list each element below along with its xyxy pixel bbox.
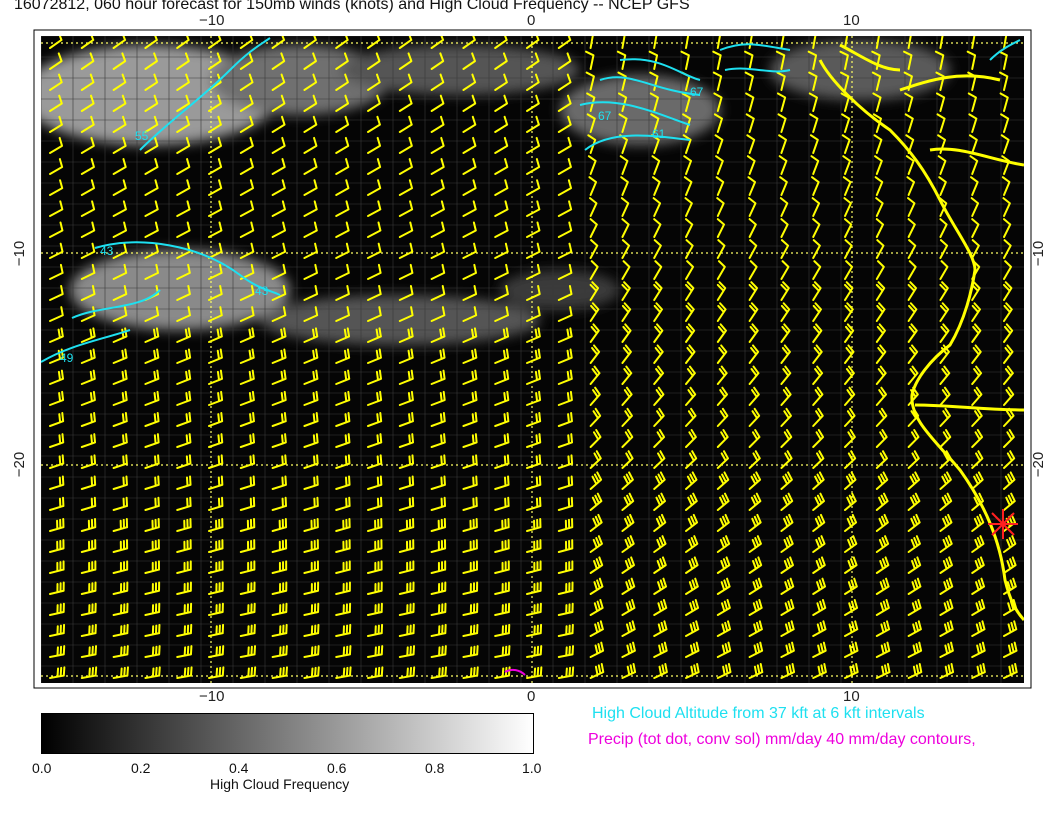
contour-label: 67 xyxy=(690,85,704,99)
x-top-tick: 10 xyxy=(843,12,860,29)
colorbar xyxy=(41,713,534,754)
y-right-tick: −10 xyxy=(1030,240,1048,267)
contour-label: 43 xyxy=(100,244,114,258)
contour-label: 61 xyxy=(652,127,666,141)
x-top-tick: −10 xyxy=(199,12,225,29)
contour-label: 55 xyxy=(135,129,149,143)
colorbar-tick: 0.6 xyxy=(327,760,347,776)
colorbar-tick: 0.8 xyxy=(425,760,445,776)
colorbar-tick: 0.0 xyxy=(32,760,52,776)
contour-label: 67 xyxy=(598,109,612,123)
precip-note: Precip (tot dot, conv sol) mm/day 40 mm/… xyxy=(588,731,976,748)
colorbar-tick: 1.0 xyxy=(522,760,542,776)
x-top-tick: 0 xyxy=(527,12,536,29)
y-left-tick: −20 xyxy=(11,451,29,478)
red-star-marker xyxy=(988,509,1018,539)
x-bottom-tick: −10 xyxy=(199,688,225,705)
colorbar-title: High Cloud Frequency xyxy=(210,776,350,792)
colorbar-tick: 0.2 xyxy=(131,760,151,776)
contour-label: 43 xyxy=(255,284,269,298)
x-bottom-tick: 0 xyxy=(527,688,536,705)
contour-label: 49 xyxy=(60,351,74,365)
y-right-tick: −20 xyxy=(1030,451,1048,478)
cloud-altitude-note: High Cloud Altitude from 37 kft at 6 kft… xyxy=(592,705,925,722)
x-bottom-tick: 10 xyxy=(843,688,860,705)
colorbar-tick: 0.4 xyxy=(229,760,249,776)
y-left-tick: −10 xyxy=(11,240,29,267)
